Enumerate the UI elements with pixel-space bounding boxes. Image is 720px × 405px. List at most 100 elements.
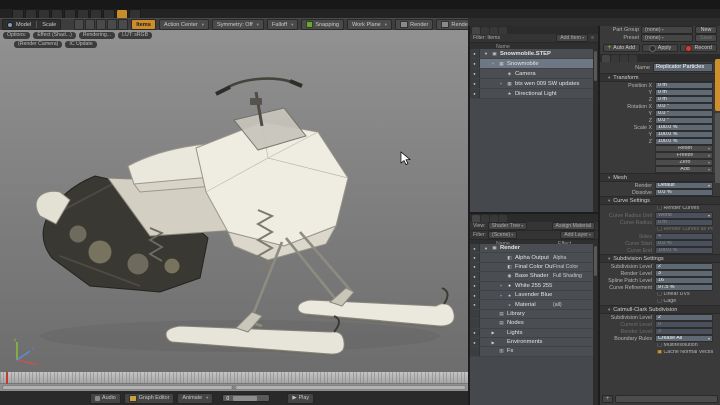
layer-effect[interactable] xyxy=(553,329,593,337)
property-row[interactable]: Z100.0 % xyxy=(600,138,720,145)
expand-arrow-icon[interactable]: ▼ xyxy=(483,51,489,56)
filter-items-dropdown[interactable]: Filter: Items xyxy=(473,35,500,41)
property-value[interactable]: Cage xyxy=(655,299,713,305)
new-part-group-button[interactable]: New xyxy=(695,26,717,34)
property-value[interactable]: Cache Normal Vectors xyxy=(655,350,713,356)
property-value[interactable]: Linear UVs xyxy=(655,292,713,298)
section-transform[interactable]: Transform xyxy=(600,73,720,82)
property-row[interactable]: Curve Radius0 m xyxy=(600,219,720,226)
play-button[interactable]: ▶Play xyxy=(287,393,314,404)
property-row[interactable]: Render Curves as Polygons xyxy=(600,226,720,233)
property-row[interactable]: Spline Patch Level16 xyxy=(600,277,720,284)
visibility-eye-icon[interactable]: ● xyxy=(470,253,480,261)
property-row[interactable]: Curve Radius UnitWorld xyxy=(600,212,720,219)
add-item-dropdown[interactable]: Add Item xyxy=(556,34,588,42)
shader-row[interactable]: ● ◧ Final Color Output Final Color xyxy=(470,263,593,272)
property-row[interactable]: Rotation X0.0 ° xyxy=(600,103,720,110)
timeline-ruler[interactable] xyxy=(0,372,468,384)
layer-effect[interactable] xyxy=(553,291,593,299)
property-row[interactable]: Render Level3 xyxy=(600,270,720,277)
expand-arrow-icon[interactable]: + xyxy=(498,293,504,298)
property-row[interactable]: Cache Normal Vectors xyxy=(600,349,720,356)
layer-effect[interactable] xyxy=(553,347,593,355)
property-row[interactable]: Dissolve0.0 % xyxy=(600,189,720,196)
panel-tab[interactable] xyxy=(481,215,489,222)
visibility-eye-icon[interactable]: ● xyxy=(470,282,480,290)
shader-row[interactable]: ● + ● Lavender Blue 202 209 238 xyxy=(470,291,593,300)
item-row[interactable]: ● ★ Directional Light xyxy=(470,89,593,99)
property-value[interactable]: Render Curves as Polygons xyxy=(655,227,713,233)
lut-dropdown[interactable]: LUT: sRGB xyxy=(118,32,152,39)
render-button[interactable]: Render xyxy=(395,19,433,30)
selection-mode-icon[interactable] xyxy=(96,19,106,30)
shader-row[interactable]: ▥ Fx xyxy=(470,347,593,356)
layer-effect[interactable]: (all) xyxy=(553,300,593,308)
panel-tab[interactable] xyxy=(611,55,619,62)
expand-arrow-icon[interactable]: ▶ xyxy=(490,340,496,345)
layout-tab[interactable] xyxy=(77,9,89,18)
visibility-eye-icon[interactable]: ● xyxy=(470,329,480,337)
section-mesh[interactable]: Mesh xyxy=(600,173,720,182)
apply-button[interactable]: Apply xyxy=(642,44,679,52)
add-layer-dropdown[interactable]: Add Layer xyxy=(560,231,595,239)
frame-scrub-thumb[interactable] xyxy=(233,396,257,401)
rendering-status-button[interactable]: Rendering... xyxy=(79,32,115,39)
property-value[interactable]: Crease All xyxy=(655,335,713,343)
property-row[interactable]: Curve Refinement97.5 % xyxy=(600,284,720,291)
action-center-dropdown[interactable]: Action Center xyxy=(159,19,209,30)
ic-update-button[interactable]: IC Update xyxy=(65,41,96,48)
panel-tab[interactable] xyxy=(602,55,610,62)
layout-tab[interactable] xyxy=(51,9,63,18)
property-row[interactable]: Y0 m xyxy=(600,89,720,96)
expand-arrow-icon[interactable]: + xyxy=(498,283,504,288)
property-value[interactable]: 0.0 % xyxy=(655,189,713,197)
section-curve-settings[interactable]: Curve Settings xyxy=(600,196,720,205)
layer-effect[interactable] xyxy=(553,310,593,318)
visibility-eye-icon[interactable]: ● xyxy=(470,300,480,308)
property-row[interactable]: Subdivision Level2 xyxy=(600,263,720,270)
preset-dropdown[interactable]: (none) xyxy=(641,34,693,42)
layout-tab[interactable] xyxy=(116,9,128,18)
model-mode-button[interactable]: Model xyxy=(16,22,31,28)
panel-tab[interactable] xyxy=(499,215,507,222)
property-row[interactable]: Z0 m xyxy=(600,96,720,103)
items-mode-button[interactable]: Items xyxy=(131,19,156,30)
section-catmull-clark[interactable]: Catmull-Clark Subdivision xyxy=(600,305,720,314)
shader-row[interactable]: ● ◒ Material (all) xyxy=(470,300,593,309)
symmetry-dropdown[interactable]: Symmetry: Off xyxy=(212,19,264,30)
layout-tab[interactable] xyxy=(103,9,115,18)
property-row[interactable]: Curve Start0.0 % xyxy=(600,240,720,247)
render-camera-button[interactable]: (Render Camera) xyxy=(14,41,62,48)
layer-effect[interactable] xyxy=(553,282,593,290)
property-row[interactable]: Sides4 xyxy=(600,233,720,240)
property-row[interactable]: Y100.0 % xyxy=(600,131,720,138)
shader-row[interactable]: ▤ Nodes xyxy=(470,319,593,328)
panel-tab[interactable] xyxy=(629,55,637,62)
property-row[interactable]: Z0.0 ° xyxy=(600,117,720,124)
expand-arrow-icon[interactable]: + xyxy=(498,81,504,86)
shader-row[interactable]: ▤ Library xyxy=(470,310,593,319)
visibility-eye-icon[interactable]: ● xyxy=(470,263,480,271)
visibility-eye-icon[interactable]: ● xyxy=(470,49,480,58)
falloff-dropdown[interactable]: Falloff xyxy=(267,19,298,30)
list-options-icon[interactable]: ≡ xyxy=(590,35,595,41)
shader-row[interactable]: ● ▶ Lights xyxy=(470,329,593,338)
layout-tab[interactable] xyxy=(64,9,76,18)
visibility-eye-icon[interactable]: ● xyxy=(470,69,480,78)
property-row[interactable]: Multiresolution xyxy=(600,342,720,349)
visibility-eye-icon[interactable]: ● xyxy=(470,79,480,88)
layout-tab[interactable] xyxy=(129,9,141,18)
visibility-eye-icon[interactable]: ● xyxy=(470,272,480,280)
property-row[interactable]: Curve End100.0 % xyxy=(600,247,720,254)
shader-row[interactable]: ● + ● White 255 255 255 xyxy=(470,282,593,291)
expand-arrow-icon[interactable]: ▼ xyxy=(483,246,489,251)
layout-tab[interactable] xyxy=(90,9,102,18)
layout-tab[interactable] xyxy=(12,9,24,18)
3d-viewport[interactable]: Options: Effect (Shad...) Rendering... L… xyxy=(0,30,468,372)
panel-tab[interactable] xyxy=(472,27,480,34)
property-row[interactable]: Add xyxy=(600,166,720,173)
effect-dropdown[interactable]: Effect (Shad...) xyxy=(33,32,76,39)
layer-effect[interactable]: Full Shading xyxy=(553,272,593,280)
part-group-dropdown[interactable]: (none) xyxy=(641,26,693,34)
scene-filter-dropdown[interactable]: (Scene) xyxy=(488,231,517,239)
